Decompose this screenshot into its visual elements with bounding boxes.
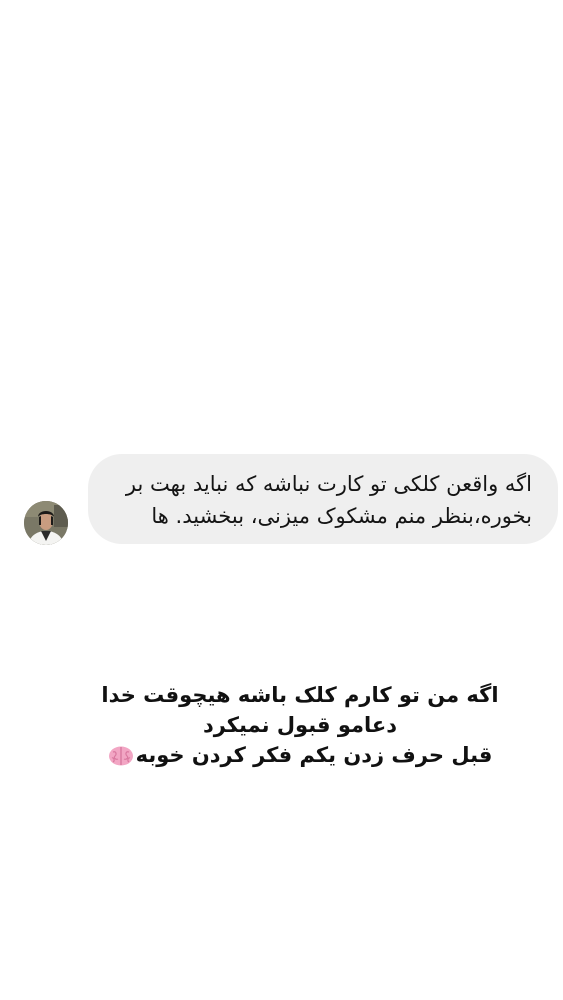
- sender-avatar[interactable]: [24, 501, 68, 545]
- message-bubble[interactable]: اگه واقعن کلکی تو کارت نباشه که نباید به…: [88, 454, 558, 544]
- reply-text-line-2: دعامو قبول نمیکرد: [202, 713, 398, 737]
- message-text-line-2: بخوره،بنظر منم مشکوک میزنی، ببخشید. ها: [151, 504, 532, 528]
- incoming-message-row: اگه واقعن کلکی تو کارت نباشه که نباید به…: [0, 452, 563, 546]
- avatar-photo: [24, 501, 68, 545]
- reply-text-line-3: قبل حرف زدن یکم فکر کردن خوبه: [135, 743, 493, 767]
- message-text-line-1: اگه واقعن کلکی تو کارت نباشه که نباید به…: [125, 472, 532, 496]
- brain-icon: [108, 745, 134, 771]
- reply-caption: اگه من تو کارم کلک باشه هیچوقت خدا دعامو…: [100, 680, 500, 771]
- reply-text-line-3-container: قبل حرف زدن یکم فکر کردن خوبه: [100, 740, 500, 771]
- reply-text-line-1: اگه من تو کارم کلک باشه هیچوقت خدا: [101, 683, 499, 707]
